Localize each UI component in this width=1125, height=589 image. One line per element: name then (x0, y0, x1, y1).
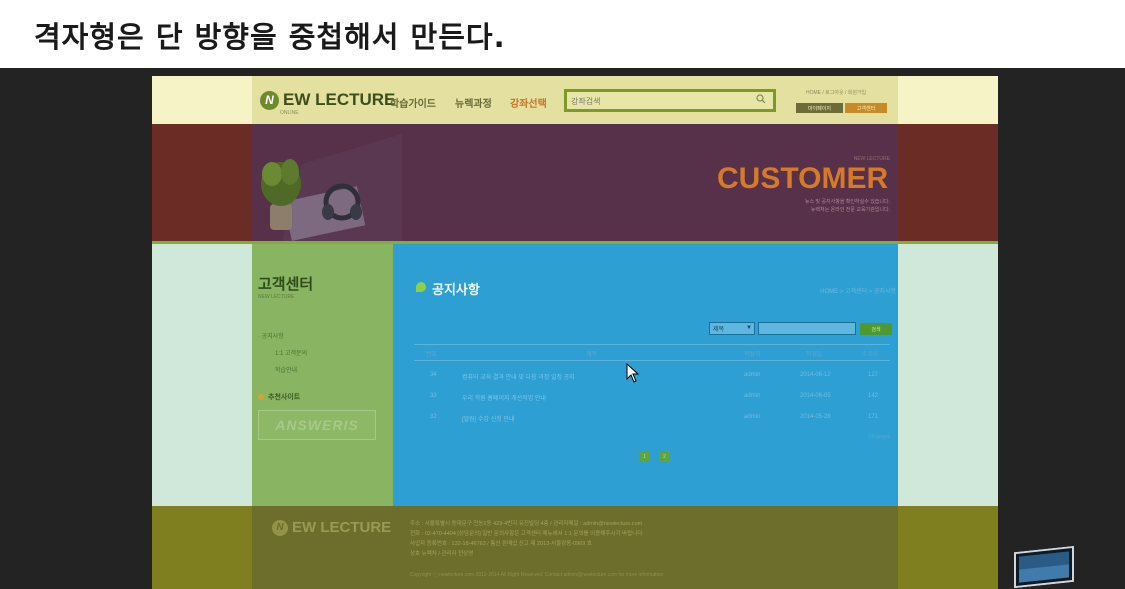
row-author: admin (744, 414, 761, 420)
right-margin-column (898, 244, 998, 506)
footer-address: 주소 : 서울특별시 동대문구 전농1동 423-4번지 유진빌딩 4층 / 관… (410, 521, 643, 527)
footer-copyright: Copyright ⓒ newlecture.com 2012-2014 All… (410, 572, 664, 578)
search-box (564, 89, 776, 112)
partner-banner[interactable]: ANSWERIS (258, 410, 376, 440)
page-button-1[interactable]: 1 (640, 452, 649, 461)
search-icon[interactable] (756, 94, 766, 104)
slide-title-bar: 격자형은 단 방향을 중첩해서 만든다. (0, 0, 1125, 68)
nav-item-select[interactable]: 강좌선택 (510, 95, 547, 110)
mouse-cursor-icon (626, 363, 640, 383)
nav-item-guide[interactable]: 학습가이드 (390, 95, 436, 110)
column-header-title: 제목 (586, 352, 598, 358)
slide-thumbnail-icon (1014, 545, 1074, 589)
sidebar-item-guide[interactable]: 학습안내 (275, 365, 297, 374)
footer-phone: 전화 : 02-470-4404 [상담문의] 일반 문의사항은 고객센터 메뉴… (410, 531, 643, 537)
row-author: admin (744, 372, 761, 378)
notice-search-input[interactable] (758, 322, 856, 335)
table-top-line (414, 344, 890, 345)
banner-headline: CUSTOMER (717, 162, 889, 195)
nav-item-courses[interactable]: 뉴렉과정 (455, 95, 492, 110)
sidebar-subtitle: NEW LECTURE (258, 294, 295, 300)
row-no: 32 (430, 414, 437, 420)
util-links[interactable]: HOME / 로그아웃 / 회원가입 (806, 89, 866, 96)
footer-logo-text: EW LECTURE (292, 519, 392, 536)
left-margin-column (152, 244, 252, 506)
row-title-link[interactable]: [알림] 수강 신청 안내 (462, 414, 515, 423)
website-screenshot: N EW LECTURE ONLINE 학습가이드 뉴렉과정 강좌선택 HOME… (152, 76, 998, 589)
row-title-link[interactable]: 컴퓨터 교육 결과 안내 및 다음 과정 일정 공지 (462, 372, 575, 381)
footer-business-no: 사업자 등록번호 : 132-18-46763 / 통신 판매업 신고 제 20… (410, 541, 592, 547)
partner-logo-text: ANSWERIS (275, 417, 359, 433)
page-button-2[interactable]: 2 (660, 452, 669, 461)
banner-desc-1: 뉴스 및 공지사항을 확인하실수 있습니다. (804, 199, 890, 205)
slide-title: 격자형은 단 방향을 중첩해서 만든다. (34, 20, 506, 54)
footer-logo-icon: N (272, 519, 288, 536)
site-logo[interactable]: N EW LECTURE (260, 90, 395, 110)
banner-desc-2: 뉴렉처는 온라인 전문 교육기관입니다. (810, 207, 890, 213)
breadcrumb[interactable]: HOME > 고객센터 > 공지사항 (820, 286, 896, 295)
banner-plant-headphones-image (261, 134, 402, 241)
speech-bubble-icon (416, 282, 426, 292)
column-header-no: 번호 (426, 352, 438, 358)
row-date: 2014-05-28 (800, 414, 831, 420)
recommend-heading: 추천사이트 (268, 394, 301, 401)
row-hits: 142 (868, 393, 879, 399)
search-input[interactable] (571, 95, 741, 108)
sidebar-item-inquiry[interactable]: 1:1 고객문의 (275, 348, 307, 357)
row-date: 2014-06-12 (800, 372, 831, 378)
footer-logo: N EW LECTURE (272, 519, 391, 536)
slide-stage: N EW LECTURE ONLINE 학습가이드 뉴렉과정 강좌선택 HOME… (0, 68, 1125, 589)
sidebar-title: 고객센터 (258, 276, 314, 293)
notice-search-button[interactable]: 검색 (860, 323, 892, 335)
column-header-hits: 조회수 (862, 352, 879, 358)
page-total: 1/5 pages (868, 434, 890, 440)
row-hits: 171 (868, 414, 879, 420)
logo-text: EW LECTURE (283, 90, 396, 109)
logo-n-icon: N (260, 90, 279, 110)
chevron-down-icon: ▼ (746, 325, 752, 331)
row-hits: 127 (868, 372, 879, 378)
row-title-link[interactable]: 우리 학원 홈페이지 개선작업 안내 (462, 393, 546, 402)
content-title: 공지사항 (432, 282, 480, 297)
search-field-select[interactable]: 제목 ▼ (709, 322, 755, 335)
row-no: 33 (430, 393, 437, 399)
row-author: admin (744, 393, 761, 399)
footer-company: 상호 뉴렉처 / 관리자 전상영 (410, 551, 474, 557)
column-header-author: 작성자 (744, 352, 761, 358)
logo-subtext: ONLINE (280, 110, 299, 116)
row-date: 2014-06-05 (800, 393, 831, 399)
table-header-line (414, 360, 890, 361)
row-no: 34 (430, 372, 437, 378)
sidebar-item-notice[interactable]: · 공지사항 (258, 331, 284, 340)
column-header-date: 작성일 (806, 352, 823, 358)
mypage-button[interactable]: 마이페이지 (796, 103, 843, 113)
bullet-icon (258, 394, 264, 400)
customer-center-button[interactable]: 고객센터 (845, 103, 887, 113)
